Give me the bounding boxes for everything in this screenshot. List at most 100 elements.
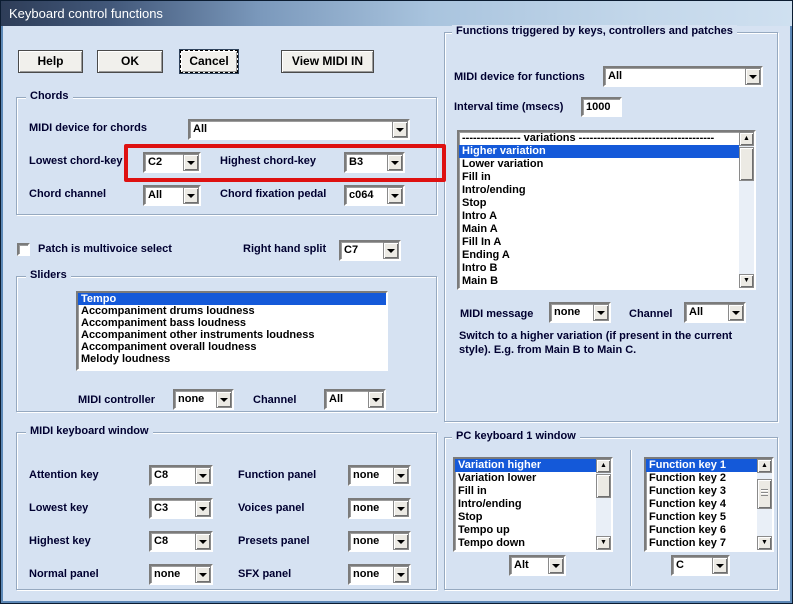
list-item[interactable]: Tempo up (455, 524, 596, 537)
list-item[interactable]: Intro B (459, 262, 739, 275)
dropdown-button[interactable] (593, 304, 609, 321)
list-item[interactable]: Stop (455, 511, 596, 524)
midi-device-for-chords-select[interactable]: All (188, 119, 410, 140)
chord-channel-select[interactable]: All (143, 185, 201, 206)
dropdown-button[interactable] (393, 533, 409, 550)
interval-time-input[interactable] (581, 97, 622, 117)
scroll-down-icon[interactable]: ▼ (596, 536, 611, 550)
right-hand-split-select[interactable]: C7 (339, 240, 401, 261)
list-item[interactable]: Variation higher (455, 459, 596, 472)
list-item[interactable]: Lower variation (459, 158, 739, 171)
list-item[interactable]: Intro A (459, 210, 739, 223)
presets-panel-select[interactable]: none (348, 531, 411, 552)
list-item[interactable]: Fill in (455, 485, 596, 498)
sliders-channel-label: Channel (253, 394, 297, 406)
dropdown-button[interactable] (548, 557, 564, 574)
list-item[interactable]: Higher variation (459, 145, 739, 158)
attention-key-select[interactable]: C8 (149, 465, 213, 486)
dropdown-button[interactable] (393, 500, 409, 517)
list-item[interactable]: Melody loudness (78, 353, 386, 365)
list-item[interactable]: Tempo down (455, 537, 596, 550)
list-item[interactable]: Function key 5 (646, 511, 757, 524)
list-item[interactable]: Function key 6 (646, 524, 757, 537)
list-item[interactable]: Function key 2 (646, 472, 757, 485)
list-item[interactable]: Ending A (459, 249, 739, 262)
scroll-up-icon[interactable]: ▲ (757, 459, 772, 473)
pc-keys-list[interactable]: Function key 1 Function key 2 Function k… (644, 457, 774, 552)
chord-fixation-pedal-select[interactable]: c064 (344, 185, 405, 206)
list-item[interactable]: Accompaniment drums loudness (78, 305, 386, 317)
dropdown-button[interactable] (195, 533, 211, 550)
voices-panel-select[interactable]: none (348, 498, 411, 519)
sliders-list[interactable]: Tempo Accompaniment drums loudness Accom… (76, 291, 388, 371)
scrollbar-thumb[interactable] (739, 147, 754, 181)
sfx-panel-label: SFX panel (238, 568, 292, 580)
dropdown-button[interactable] (195, 500, 211, 517)
scroll-up-icon[interactable]: ▲ (596, 459, 611, 473)
dropdown-button[interactable] (183, 187, 199, 204)
list-item[interactable]: Intro/ending (459, 184, 739, 197)
function-panel-select[interactable]: none (348, 465, 411, 486)
list-item[interactable]: Function key 3 (646, 485, 757, 498)
dropdown-button[interactable] (383, 242, 399, 259)
dropdown-button[interactable] (183, 154, 199, 171)
highest-key-select[interactable]: C8 (149, 531, 213, 552)
midi-message-select[interactable]: none (549, 302, 611, 323)
list-item[interactable]: Fill in (459, 171, 739, 184)
list-item[interactable]: Function key 7 (646, 537, 757, 550)
dropdown-button[interactable] (712, 557, 728, 574)
dropdown-button[interactable] (745, 68, 761, 85)
multivoice-checkbox[interactable] (17, 243, 30, 256)
functions-list-scrollbar[interactable]: ▲ ▼ (739, 132, 754, 288)
view-midi-in-button[interactable]: View MIDI IN (281, 50, 374, 73)
help-button[interactable]: Help (18, 50, 83, 73)
dropdown-button[interactable] (393, 467, 409, 484)
functions-list[interactable]: ---------------- variations ------------… (457, 130, 756, 290)
list-item[interactable]: Fill In A (459, 236, 739, 249)
dropdown-button[interactable] (216, 391, 232, 408)
dropdown-button[interactable] (728, 304, 744, 321)
list-item[interactable]: Main A (459, 223, 739, 236)
normal-panel-select[interactable]: none (149, 564, 213, 585)
list-item[interactable]: Accompaniment overall loudness (78, 341, 386, 353)
scroll-down-icon[interactable]: ▼ (757, 536, 772, 550)
list-item[interactable]: Tempo (78, 293, 386, 305)
midi-controller-select[interactable]: none (173, 389, 234, 410)
pc-keys-scrollbar[interactable]: ▲ ▼ (757, 459, 772, 550)
lowest-chord-key-select[interactable]: C2 (143, 152, 201, 173)
chord-channel-label: Chord channel (29, 188, 107, 200)
list-item[interactable]: Accompaniment bass loudness (78, 317, 386, 329)
pc-modifier-select[interactable]: Alt (509, 555, 566, 576)
list-item[interactable]: Stop (459, 197, 739, 210)
ok-button[interactable]: OK (97, 50, 163, 73)
list-item[interactable]: Function key 4 (646, 498, 757, 511)
dropdown-button[interactable] (392, 121, 408, 138)
list-item[interactable]: Function key 1 (646, 459, 757, 472)
midi-device-for-functions-select[interactable]: All (603, 66, 763, 87)
lowest-key-select[interactable]: C3 (149, 498, 213, 519)
scroll-down-icon[interactable]: ▼ (739, 274, 754, 288)
dropdown-button[interactable] (195, 467, 211, 484)
dropdown-button[interactable] (393, 566, 409, 583)
highest-chord-key-select[interactable]: B3 (344, 152, 405, 173)
dropdown-button[interactable] (387, 154, 403, 171)
scroll-up-icon[interactable]: ▲ (739, 132, 754, 146)
titlebar[interactable]: Keyboard control functions (1, 1, 792, 26)
dropdown-button[interactable] (387, 187, 403, 204)
list-item[interactable]: Intro/ending (455, 498, 596, 511)
pc-actions-scrollbar[interactable]: ▲ ▼ (596, 459, 611, 550)
keyboard-control-functions-dialog: Keyboard control functions Help OK Cance… (0, 0, 793, 604)
functions-channel-select[interactable]: All (684, 302, 746, 323)
cancel-button[interactable]: Cancel (180, 50, 238, 73)
list-item[interactable]: Main B (459, 275, 739, 288)
pc-key-select[interactable]: C (671, 555, 730, 576)
list-item[interactable]: Accompaniment other instruments loudness (78, 329, 386, 341)
pc-actions-list[interactable]: Variation higher Variation lower Fill in… (453, 457, 613, 552)
scrollbar-thumb[interactable] (757, 479, 772, 509)
sfx-panel-select[interactable]: none (348, 564, 411, 585)
dropdown-button[interactable] (368, 391, 384, 408)
sliders-channel-select[interactable]: All (324, 389, 386, 410)
list-item[interactable]: Variation lower (455, 472, 596, 485)
dropdown-button[interactable] (195, 566, 211, 583)
scrollbar-thumb[interactable] (596, 474, 611, 498)
